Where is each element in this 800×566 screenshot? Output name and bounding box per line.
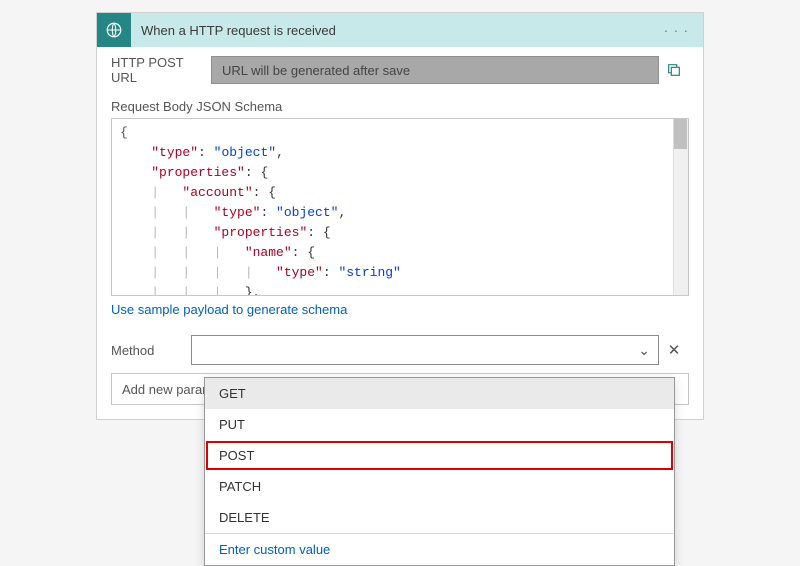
scrollbar-thumb[interactable] — [674, 119, 687, 149]
method-label: Method — [111, 343, 191, 358]
method-dropdown: GETPUTPOSTPATCHDELETE Enter custom value — [204, 377, 675, 566]
method-option-patch[interactable]: PATCH — [205, 471, 674, 502]
http-icon — [97, 13, 131, 47]
card-header[interactable]: When a HTTP request is received · · · — [97, 13, 703, 47]
schema-line: | | | | "type": "string" — [120, 263, 680, 283]
post-url-field: URL will be generated after save — [211, 56, 659, 84]
post-url-value: URL will be generated after save — [222, 63, 410, 78]
trigger-card: When a HTTP request is received · · · HT… — [96, 12, 704, 420]
schema-line: | | | "name": { — [120, 243, 680, 263]
post-url-label: HTTP POST URL — [111, 55, 211, 85]
schema-line: | | "type": "object", — [120, 203, 680, 223]
copy-icon[interactable] — [659, 62, 689, 78]
schema-editor[interactable]: { "type": "object", "properties": { | "a… — [111, 118, 689, 296]
method-option-get[interactable]: GET — [205, 378, 674, 409]
method-option-delete[interactable]: DELETE — [205, 502, 674, 533]
schema-line: | "account": { — [120, 183, 680, 203]
chevron-down-icon: ⌄ — [638, 342, 650, 359]
schema-line: | | | }, — [120, 283, 680, 296]
schema-line: "properties": { — [120, 163, 680, 183]
method-option-put[interactable]: PUT — [205, 409, 674, 440]
method-option-post[interactable]: POST — [205, 440, 674, 471]
schema-line: | | "properties": { — [120, 223, 680, 243]
clear-method-button[interactable]: ✕ — [659, 341, 689, 359]
schema-line: "type": "object", — [120, 143, 680, 163]
schema-label: Request Body JSON Schema — [111, 99, 689, 114]
card-body: HTTP POST URL URL will be generated afte… — [97, 47, 703, 419]
schema-line: { — [120, 123, 680, 143]
card-title: When a HTTP request is received — [141, 23, 660, 38]
more-menu-button[interactable]: · · · — [660, 23, 693, 38]
scrollbar-track[interactable] — [673, 119, 688, 295]
method-select[interactable]: ⌄ — [191, 335, 659, 365]
use-sample-payload-link[interactable]: Use sample payload to generate schema — [111, 302, 689, 317]
